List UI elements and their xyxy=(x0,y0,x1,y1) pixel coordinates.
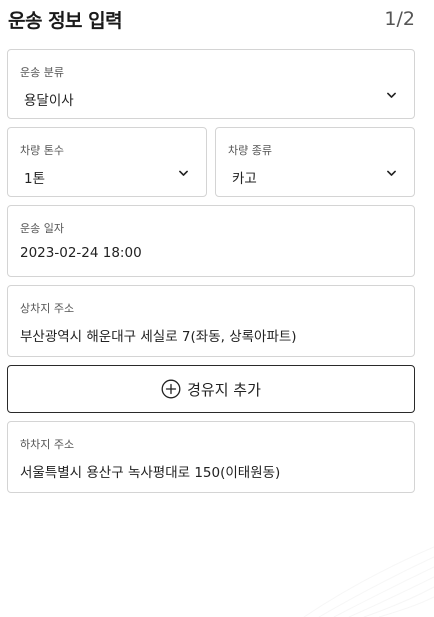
chevron-down-icon xyxy=(387,91,396,100)
page-title: 운송 정보 입력 xyxy=(8,9,123,32)
transport-date-field[interactable]: 운송 일자 2023-02-24 18:00 xyxy=(7,205,415,277)
field-value: 1톤 xyxy=(24,171,46,187)
add-waypoint-label: 경유지 추가 xyxy=(187,380,261,399)
chevron-down-icon xyxy=(387,169,396,178)
vehicle-tonnage-select[interactable]: 차량 톤수 1톤 xyxy=(7,127,207,197)
field-value: 용달이사 xyxy=(24,93,74,109)
field-value: 카고 xyxy=(232,171,257,187)
plus-circle-icon xyxy=(161,379,181,399)
field-label: 운송 분류 xyxy=(20,66,64,79)
background-pattern xyxy=(303,546,434,617)
transport-type-select[interactable]: 운송 분류 용달이사 xyxy=(7,49,415,119)
field-label: 운송 일자 xyxy=(20,222,64,235)
pickup-address-field[interactable]: 상차지 주소 부산광역시 해운대구 세실로 7(좌동, 상록아파트) xyxy=(7,285,415,357)
header: 운송 정보 입력 1/2 xyxy=(8,6,415,32)
field-value: 2023-02-24 18:00 xyxy=(20,245,142,261)
chevron-down-icon xyxy=(179,169,188,178)
field-label: 차량 종류 xyxy=(228,144,272,157)
transport-info-page: 운송 정보 입력 1/2 운송 분류 용달이사 차량 톤수 1톤 차량 종류 카… xyxy=(0,0,434,617)
field-label: 상차지 주소 xyxy=(20,302,75,315)
add-waypoint-button[interactable]: 경유지 추가 xyxy=(7,365,415,413)
field-value: 서울특별시 용산구 녹사평대로 150(이태원동) xyxy=(20,465,281,481)
step-indicator: 1/2 xyxy=(384,8,415,30)
dropoff-address-field[interactable]: 하차지 주소 서울특별시 용산구 녹사평대로 150(이태원동) xyxy=(7,421,415,493)
field-value: 부산광역시 해운대구 세실로 7(좌동, 상록아파트) xyxy=(20,329,297,345)
vehicle-type-select[interactable]: 차량 종류 카고 xyxy=(215,127,415,197)
field-label: 차량 톤수 xyxy=(20,144,64,157)
field-label: 하차지 주소 xyxy=(20,438,75,451)
